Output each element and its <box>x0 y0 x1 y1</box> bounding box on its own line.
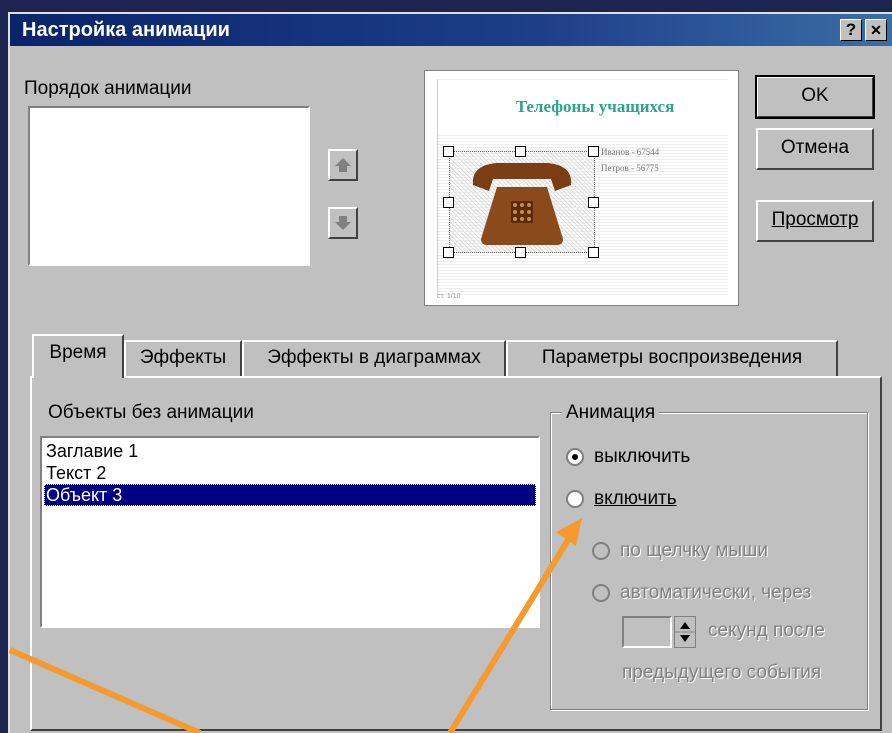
animation-on-label: включить <box>594 488 677 509</box>
on-click-label: по щелчку мыши <box>620 540 768 561</box>
help-button[interactable]: ? <box>840 19 862 41</box>
objects-label: Объекты без анимации <box>48 402 254 423</box>
arrow-down-icon <box>335 216 351 230</box>
slide-preview: Телефоны учащихся Иванов - 67544 Петров … <box>424 70 739 306</box>
preview-footer: ст. 1/10 <box>437 293 461 300</box>
animation-order-list[interactable] <box>28 106 310 266</box>
radio-on-click[interactable] <box>592 542 610 560</box>
preview-button[interactable]: Просмотр <box>756 200 874 242</box>
move-up-button[interactable] <box>328 149 358 181</box>
preview-line-1: Иванов - 67544 <box>601 147 660 157</box>
move-down-button[interactable] <box>328 207 358 239</box>
animation-off-label: выключить <box>594 446 691 467</box>
list-item[interactable]: Заглавие 1 <box>44 440 536 462</box>
preview-slide-title: Телефоны учащихся <box>515 97 675 116</box>
radio-animation-on[interactable] <box>566 490 584 508</box>
radio-automatic[interactable] <box>592 584 610 602</box>
tab-playback-settings[interactable]: Параметры воспроизведения <box>506 340 838 378</box>
title-bar[interactable]: Настройка анимации ? ✕ <box>10 14 892 46</box>
telephone-icon <box>472 163 572 245</box>
ok-button[interactable]: OK <box>755 75 875 119</box>
seconds-after-label: секунд после <box>708 620 825 641</box>
preview-line-2: Петров - 56775 <box>601 163 659 173</box>
previous-event-label: предыдущего события <box>622 662 822 683</box>
order-label: Порядок анимации <box>24 78 192 99</box>
arrow-up-icon <box>335 158 351 172</box>
objects-list[interactable]: Заглавие 1 Текст 2 Объект 3 <box>40 436 540 628</box>
window-title: Настройка анимации <box>22 19 230 41</box>
tab-effects[interactable]: Эффекты <box>124 340 242 378</box>
automatic-label: автоматически, через <box>620 582 812 603</box>
spinner-arrows-icon <box>675 622 695 642</box>
list-item-selected[interactable]: Объект 3 <box>44 484 536 506</box>
list-item[interactable]: Текст 2 <box>44 462 536 484</box>
animation-group-title: Анимация <box>562 402 660 424</box>
seconds-spinner[interactable] <box>674 616 696 648</box>
close-button[interactable]: ✕ <box>865 19 887 41</box>
cancel-button[interactable]: Отмена <box>756 128 874 170</box>
seconds-input[interactable] <box>622 616 672 648</box>
dialog-window: Настройка анимации ? ✕ Порядок анимации … <box>8 12 892 733</box>
preview-button-label: Просмотр <box>771 209 859 230</box>
tab-chart-effects[interactable]: Эффекты в диаграммах <box>242 340 506 378</box>
tab-time[interactable]: Время <box>32 334 124 378</box>
radio-animation-off[interactable] <box>566 448 584 466</box>
